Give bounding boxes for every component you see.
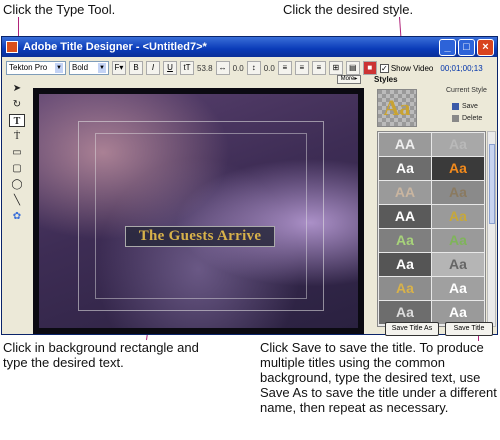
bold-button[interactable]: B: [129, 61, 143, 75]
save-title-as-button[interactable]: Save Title As: [385, 322, 439, 336]
window-titlebar: Adobe Title Designer - <Untitled7>* _ □ …: [2, 37, 497, 57]
chevron-down-icon: ▼: [98, 63, 106, 73]
font-select[interactable]: Tekton Pro ▼: [6, 61, 66, 75]
timecode[interactable]: 00;01;00;13: [440, 64, 482, 73]
ellipse-tool-icon[interactable]: ◯: [9, 178, 25, 191]
italic-button[interactable]: I: [146, 61, 160, 75]
weight-value: Bold: [72, 63, 89, 72]
action-safe-area: [95, 133, 307, 299]
title-text-box[interactable]: The Guests Arrive: [125, 226, 275, 247]
templates-button[interactable]: ▤: [345, 61, 360, 75]
style-swatch[interactable]: Aa: [432, 301, 484, 324]
app-icon: [6, 41, 18, 53]
save-style-label: Save: [462, 103, 478, 110]
disk-icon: [452, 103, 459, 110]
chevron-down-icon: ▼: [55, 63, 63, 73]
align-right-button[interactable]: ≡: [311, 61, 326, 75]
more-button[interactable]: More▸: [337, 75, 361, 84]
callout-save: Click Save to save the title. To produce…: [260, 340, 497, 415]
selection-tool-icon[interactable]: ➤: [9, 82, 25, 95]
align-center-button[interactable]: ≡: [294, 61, 309, 75]
weight-select[interactable]: Bold ▼: [69, 61, 109, 75]
save-title-button[interactable]: Save Title: [445, 322, 493, 336]
minimize-button[interactable]: _: [439, 38, 456, 56]
styles-header: Styles: [374, 75, 398, 84]
leading-icon: ↕: [246, 61, 261, 75]
styles-panel: Styles Aa Current Style Save Delete AA Aa…: [374, 75, 496, 337]
style-swatch[interactable]: Aa: [432, 157, 484, 180]
logo-tool-icon[interactable]: ✿: [9, 210, 25, 223]
title-designer-window: Adobe Title Designer - <Untitled7>* _ □ …: [1, 36, 498, 337]
kern-value[interactable]: 0.0: [233, 64, 244, 73]
style-swatch[interactable]: Aa: [432, 253, 484, 276]
size-icon: tT: [180, 61, 194, 75]
close-button[interactable]: ×: [477, 38, 494, 56]
line-tool-icon[interactable]: ╲: [9, 194, 25, 207]
style-swatch[interactable]: Aa: [379, 301, 431, 324]
style-swatch[interactable]: Aa: [432, 133, 484, 156]
style-swatch[interactable]: Aa: [379, 229, 431, 252]
show-video-label: Show Video: [390, 63, 434, 73]
callout-desired-style: Click the desired style.: [283, 2, 414, 17]
save-style-button[interactable]: Save: [452, 103, 478, 110]
style-swatch[interactable]: Aa: [379, 253, 431, 276]
vertical-type-tool-icon[interactable]: Ṫ: [9, 130, 25, 143]
style-swatch[interactable]: AA: [379, 181, 431, 204]
leading-value[interactable]: 0.0: [264, 64, 275, 73]
align-left-button[interactable]: ≡: [277, 61, 292, 75]
kern-icon: ↔: [215, 61, 230, 75]
current-style-label: Current Style: [446, 87, 487, 94]
style-swatch[interactable]: Aa: [432, 229, 484, 252]
size-value[interactable]: 53.8: [197, 64, 213, 73]
type-tool-icon[interactable]: T: [9, 114, 25, 127]
current-style-preview: Aa: [377, 89, 417, 127]
trash-icon: [452, 115, 459, 122]
callout-type-tool: Click the Type Tool.: [3, 2, 116, 17]
window-title: Adobe Title Designer - <Untitled7>*: [23, 41, 207, 53]
rectangle-tool-icon[interactable]: ▭: [9, 146, 25, 159]
style-swatch-grid: AA Aa Aa Aa AA Aa AA Aa Aa Aa Aa Aa Aa Aa Aa Aa: [377, 131, 486, 327]
style-swatch[interactable]: AA: [379, 205, 431, 228]
delete-style-label: Delete: [462, 115, 483, 122]
style-swatch[interactable]: Aa: [379, 277, 431, 300]
style-swatch[interactable]: Aa: [432, 181, 484, 204]
style-swatch[interactable]: Aa: [379, 157, 431, 180]
font-browser-button[interactable]: F▾: [112, 61, 126, 75]
checkbox-checked-icon: ✓: [379, 63, 389, 73]
scrollbar-thumb[interactable]: [489, 144, 495, 224]
roll-crawl-button[interactable]: ■: [362, 61, 377, 75]
tool-palette: ➤ ↻ T Ṫ ▭ ▢ ◯ ╲ ✿: [7, 81, 27, 226]
maximize-button[interactable]: □: [458, 38, 475, 56]
style-swatch[interactable]: Aa: [432, 205, 484, 228]
show-video-toggle[interactable]: ✓ Show Video: [379, 63, 434, 73]
tab-stops-button[interactable]: ⊞: [328, 61, 343, 75]
font-value: Tekton Pro: [9, 63, 48, 72]
delete-style-button[interactable]: Delete: [452, 115, 482, 122]
style-swatch[interactable]: AA: [379, 133, 431, 156]
styles-scrollbar[interactable]: [487, 131, 496, 327]
title-canvas[interactable]: The Guests Arrive: [33, 88, 364, 334]
callout-background-rect: Click in background rectangle and type t…: [3, 340, 199, 370]
rotate-tool-icon[interactable]: ↻: [9, 98, 25, 111]
style-swatch[interactable]: Aa: [432, 277, 484, 300]
underline-button[interactable]: U: [163, 61, 177, 75]
rounded-rectangle-tool-icon[interactable]: ▢: [9, 162, 25, 175]
